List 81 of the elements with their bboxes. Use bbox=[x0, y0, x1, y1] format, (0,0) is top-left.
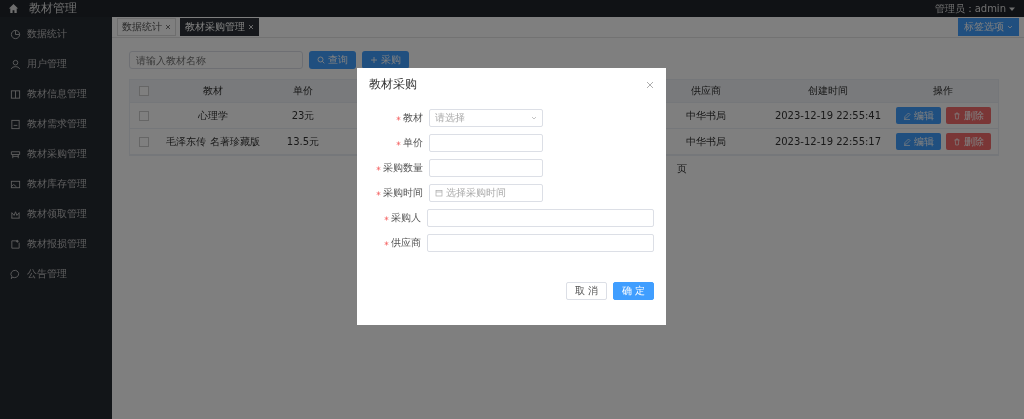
sidebar-item[interactable]: 教材需求管理 bbox=[0, 109, 112, 139]
sidebar-label: 用户管理 bbox=[27, 57, 67, 71]
table-cell: 2023-12-19 22:55:17 bbox=[774, 136, 882, 147]
note-icon bbox=[10, 238, 21, 250]
table-cell: 中华书局 bbox=[685, 109, 726, 121]
add-button[interactable]: 采购 bbox=[362, 51, 409, 69]
close-icon[interactable] bbox=[646, 80, 654, 89]
sidebar-label: 教材领取管理 bbox=[27, 207, 87, 221]
confirm-button[interactable]: 确 定 bbox=[612, 282, 654, 300]
search-icon bbox=[317, 56, 325, 64]
pencil-icon bbox=[902, 111, 911, 120]
sidebar-label: 教材报损管理 bbox=[27, 237, 87, 251]
edit-button[interactable]: 编辑 bbox=[895, 107, 941, 124]
tab-label: 教材采购管理 bbox=[185, 20, 245, 34]
field-label: 采购数量 bbox=[383, 161, 423, 175]
search-field[interactable]: 请输入教材名称 bbox=[129, 51, 303, 69]
input-field[interactable] bbox=[426, 209, 654, 227]
table-cell: 心理学 bbox=[198, 109, 228, 121]
table-cell: 23元 bbox=[291, 109, 315, 121]
trash-icon bbox=[952, 111, 961, 120]
sidebar-label: 公告管理 bbox=[27, 267, 67, 281]
book-icon bbox=[10, 88, 21, 100]
pagination-text: 页 bbox=[677, 163, 687, 174]
crown-icon bbox=[10, 208, 21, 220]
field-label: 单价 bbox=[403, 136, 423, 150]
field-label: 采购人 bbox=[390, 211, 421, 225]
user-icon bbox=[10, 58, 21, 70]
calendar-icon bbox=[435, 189, 443, 197]
sidebar-item[interactable]: 教材信息管理 bbox=[0, 79, 112, 109]
pie-chart-icon bbox=[10, 28, 21, 40]
sidebar-item[interactable]: 数据统计 bbox=[0, 19, 112, 49]
checkbox[interactable] bbox=[139, 110, 149, 121]
cancel-button[interactable]: 取 消 bbox=[565, 282, 607, 300]
select-field[interactable]: 请选择 bbox=[429, 109, 543, 127]
table-cell: 13.5元 bbox=[286, 135, 320, 147]
monitor-icon bbox=[10, 148, 21, 160]
field-label: 供应商 bbox=[390, 236, 421, 250]
input-field[interactable] bbox=[429, 159, 543, 177]
sidebar-label: 教材采购管理 bbox=[27, 147, 87, 161]
chat-bubble-icon bbox=[10, 268, 21, 280]
search-button[interactable]: 查询 bbox=[309, 51, 356, 69]
document-icon bbox=[10, 118, 21, 130]
sidebar-label: 教材信息管理 bbox=[27, 87, 87, 101]
sidebar-item[interactable]: 用户管理 bbox=[0, 49, 112, 79]
field-label: 教材 bbox=[403, 111, 423, 125]
trash-icon bbox=[952, 137, 961, 146]
table-cell: 中华书局 bbox=[685, 135, 726, 147]
sidebar-label: 数据统计 bbox=[27, 27, 67, 41]
pencil-icon bbox=[902, 137, 911, 146]
tab-label: 数据统计 bbox=[122, 20, 162, 34]
plus-icon bbox=[370, 56, 378, 64]
user-menu[interactable]: 管理员：admin bbox=[934, 1, 1006, 16]
sidebar-item[interactable]: 教材领取管理 bbox=[0, 199, 112, 229]
app-title: 教材管理 bbox=[29, 0, 77, 17]
tab[interactable]: 数据统计 bbox=[117, 18, 176, 36]
sidebar-item[interactable]: 公告管理 bbox=[0, 259, 112, 289]
checkbox[interactable] bbox=[139, 86, 149, 96]
home-icon[interactable] bbox=[8, 3, 19, 14]
input-field[interactable] bbox=[426, 234, 654, 252]
table-cell: 2023-12-19 22:55:41 bbox=[774, 110, 882, 121]
column-header: 创建时间 bbox=[808, 85, 848, 96]
column-header: 供应商 bbox=[690, 85, 721, 96]
table-cell: 毛泽东传 名著珍藏版 bbox=[166, 135, 260, 147]
edit-button[interactable]: 编辑 bbox=[895, 133, 941, 150]
date-field[interactable]: 选择采购时间 bbox=[429, 184, 543, 202]
column-header: 教材 bbox=[203, 85, 223, 96]
sidebar-item[interactable]: 教材报损管理 bbox=[0, 229, 112, 259]
image-icon bbox=[10, 178, 21, 190]
checkbox[interactable] bbox=[139, 136, 149, 147]
sidebar-item[interactable]: 教材采购管理 bbox=[0, 139, 112, 169]
column-header: 单价 bbox=[293, 85, 313, 96]
tab[interactable]: 教材采购管理 bbox=[180, 18, 259, 36]
chevron-down-icon bbox=[531, 115, 537, 121]
input-field[interactable] bbox=[429, 134, 543, 152]
tab-options-button[interactable]: 标签选项 bbox=[958, 18, 1019, 36]
field-label: 采购时间 bbox=[383, 186, 423, 200]
dialog-title: 教材采购 bbox=[369, 76, 417, 93]
chevron-down-icon bbox=[1007, 24, 1013, 30]
close-icon[interactable] bbox=[165, 24, 171, 30]
column-header: 操作 bbox=[933, 85, 953, 96]
sidebar-label: 教材需求管理 bbox=[27, 117, 87, 131]
